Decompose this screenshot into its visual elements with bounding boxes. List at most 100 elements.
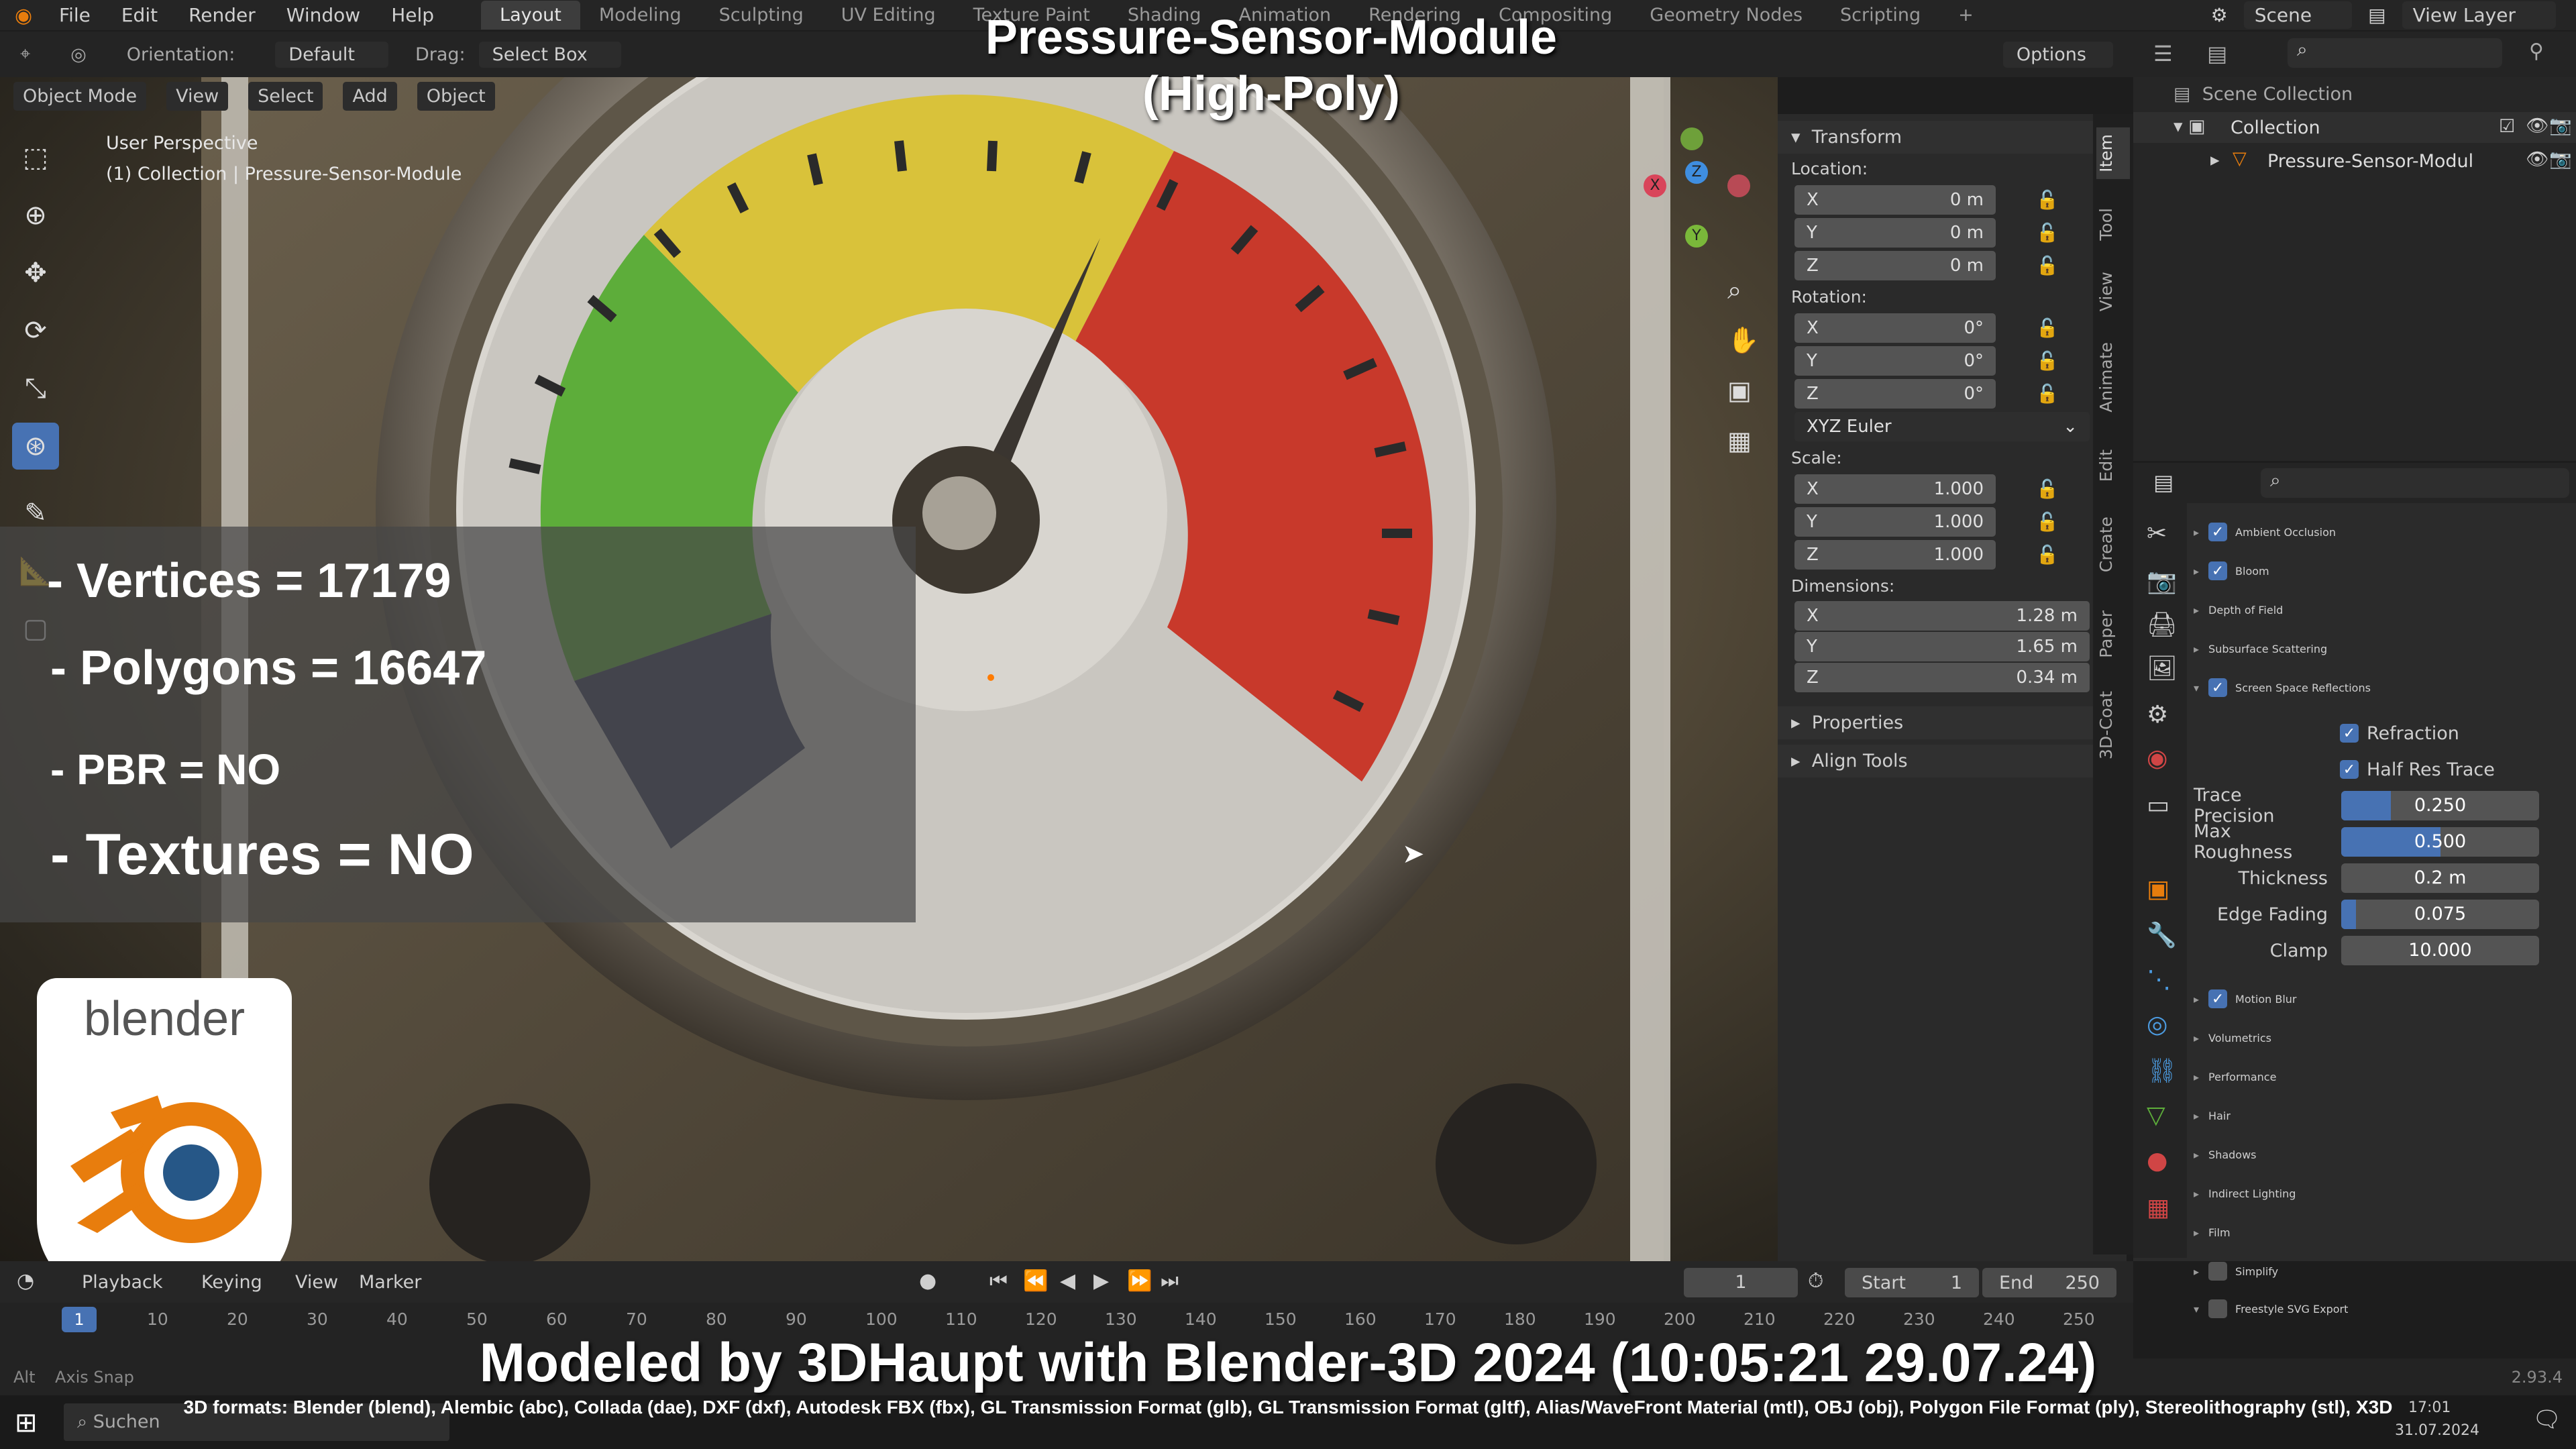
modifier-tab-icon[interactable]: 🔧 bbox=[2147, 921, 2177, 949]
lock-icon[interactable]: 🔓 bbox=[2036, 478, 2059, 500]
ssr-checkbox[interactable]: ✓ bbox=[2208, 678, 2228, 697]
chevron-right-icon[interactable]: ▸ bbox=[2194, 1265, 2199, 1278]
outliner-collection-row[interactable]: ▾ ▣ Collection ☑ 👁 📷 bbox=[2133, 112, 2576, 143]
tab-sculpting[interactable]: Sculpting bbox=[700, 1, 822, 30]
tab-edit[interactable]: Edit bbox=[2096, 443, 2130, 488]
collection-tab-icon[interactable]: ▭ bbox=[2147, 792, 2169, 819]
lock-icon[interactable]: 🔓 bbox=[2036, 383, 2059, 405]
refraction-checkbox[interactable]: ✓ bbox=[2340, 724, 2359, 743]
outliner-filter-icon[interactable]: ▤ bbox=[2207, 41, 2227, 66]
scene-selector[interactable]: Scene bbox=[2243, 1, 2353, 29]
shadows-row[interactable]: ▸ Shadows bbox=[2194, 1138, 2257, 1171]
lock-icon[interactable]: 🔓 bbox=[2036, 189, 2059, 211]
pan-hand-icon[interactable]: ✋ bbox=[1727, 325, 1759, 356]
funnel-icon[interactable]: ⚲ bbox=[2529, 40, 2544, 63]
simplify-checkbox[interactable] bbox=[2208, 1262, 2228, 1281]
timeline-editor-icon[interactable]: ◔ bbox=[17, 1269, 34, 1293]
tab-item[interactable]: Item bbox=[2096, 127, 2130, 179]
thickness-field[interactable]: 0.2 m bbox=[2341, 863, 2539, 893]
dimension-x-field[interactable]: X 1.28 m bbox=[1794, 601, 2090, 631]
outliner-search-input[interactable]: ⌕ bbox=[2288, 38, 2502, 68]
chevron-right-icon[interactable]: ▸ bbox=[2194, 1148, 2199, 1161]
lock-icon[interactable]: 🔓 bbox=[2036, 222, 2059, 244]
half-res-row[interactable]: ✓ Half Res Trace bbox=[2340, 753, 2495, 786]
material-tab-icon[interactable]: ● bbox=[2147, 1147, 2167, 1175]
particles-tab-icon[interactable]: ⋱ bbox=[2147, 966, 2171, 994]
gizmo-x-icon[interactable]: X bbox=[1644, 174, 1666, 197]
ambient-occlusion-row[interactable]: ▸ ✓ Ambient Occlusion bbox=[2194, 515, 2336, 549]
world-tab-icon[interactable]: ◉ bbox=[2147, 745, 2167, 772]
collection-chevron-icon[interactable]: ▾ ▣ bbox=[2174, 116, 2206, 137]
motion-blur-checkbox[interactable]: ✓ bbox=[2208, 989, 2228, 1008]
gizmo-y-neg-icon[interactable]: Y bbox=[1685, 225, 1708, 248]
object-chevron-icon[interactable]: ▸ bbox=[2210, 150, 2220, 170]
outliner-object-row[interactable]: ▸ ▽ Pressure-Sensor-Modul 👁 📷 bbox=[2133, 146, 2576, 176]
bloom-row[interactable]: ▸ ✓ Bloom bbox=[2194, 554, 2269, 588]
scene-icon[interactable]: ⚙ bbox=[2211, 4, 2228, 26]
play-icon[interactable]: ▶ bbox=[1093, 1269, 1109, 1293]
render-tab-icon[interactable]: 📷 bbox=[2147, 567, 2177, 595]
texture-tab-icon[interactable]: ▦ bbox=[2147, 1194, 2169, 1222]
cursor-tool-icon[interactable]: ⊕ bbox=[12, 192, 59, 239]
scale-y-field[interactable]: Y 1.000 bbox=[1794, 506, 1996, 537]
location-z-field[interactable]: Z0 m bbox=[1794, 250, 1996, 280]
eye-icon[interactable]: 👁 bbox=[2526, 148, 2548, 170]
subsurface-row[interactable]: ▸ Subsurface Scattering bbox=[2194, 632, 2327, 665]
chevron-right-icon[interactable]: ▸ bbox=[2194, 526, 2199, 539]
navigation-gizmo[interactable]: X Z Y bbox=[1637, 127, 1758, 248]
transform-tool-icon[interactable]: ⊛ bbox=[12, 423, 59, 470]
chevron-down-icon[interactable]: ▾ bbox=[2194, 1303, 2199, 1316]
properties-editor-icon[interactable]: ▤ bbox=[2153, 470, 2174, 495]
chevron-right-icon[interactable]: ▸ bbox=[2194, 1071, 2199, 1083]
camera-icon[interactable]: ▣ bbox=[1727, 376, 1752, 405]
ambient-occlusion-checkbox[interactable]: ✓ bbox=[2208, 523, 2228, 541]
chevron-right-icon[interactable]: ▸ bbox=[2194, 1032, 2199, 1044]
tab-scripting[interactable]: Scripting bbox=[1821, 1, 1939, 30]
indirect-lighting-row[interactable]: ▸ Indirect Lighting bbox=[2194, 1177, 2296, 1210]
camera-icon[interactable]: 📷 bbox=[2549, 115, 2572, 136]
rotation-y-field[interactable]: Y 0° bbox=[1794, 345, 1996, 376]
data-tab-icon[interactable]: ▽ bbox=[2147, 1102, 2165, 1129]
keying-menu[interactable]: Keying bbox=[201, 1272, 262, 1293]
tab-view[interactable]: View bbox=[2096, 265, 2130, 318]
timeline-view-menu[interactable]: View bbox=[295, 1272, 338, 1293]
tool-tab-icon[interactable]: ✂ bbox=[2147, 520, 2167, 547]
playhead[interactable]: 1 bbox=[62, 1307, 97, 1332]
select-box-tool-icon[interactable]: ⬚ bbox=[12, 134, 59, 181]
menu-window[interactable]: Window bbox=[286, 4, 360, 26]
menu-add[interactable]: Add bbox=[343, 81, 397, 111]
constraints-tab-icon[interactable]: ⛓ bbox=[2147, 1057, 2178, 1085]
freestyle-checkbox[interactable] bbox=[2208, 1299, 2228, 1318]
ssr-row[interactable]: ▾ ✓ Screen Space Reflections bbox=[2194, 671, 2371, 704]
stopwatch-icon[interactable]: ⏱ bbox=[1808, 1269, 1823, 1293]
edge-fading-slider[interactable]: 0.075 bbox=[2341, 900, 2539, 929]
simplify-row[interactable]: ▸ Simplify bbox=[2194, 1254, 2278, 1288]
chevron-right-icon[interactable]: ▸ bbox=[2194, 993, 2199, 1006]
menu-file[interactable]: File bbox=[59, 4, 91, 26]
chevron-right-icon[interactable]: ▸ bbox=[2194, 643, 2199, 655]
end-frame-field[interactable]: End 250 bbox=[1982, 1268, 2116, 1297]
scale-x-field[interactable]: X 1.000 bbox=[1794, 474, 1996, 504]
eye-icon[interactable]: 👁 bbox=[2526, 115, 2548, 136]
rotation-mode-dropdown[interactable]: XYZ Euler ⌄ bbox=[1794, 411, 2090, 441]
lock-icon[interactable]: 🔓 bbox=[2036, 350, 2059, 372]
chevron-right-icon[interactable]: ▸ bbox=[2194, 604, 2199, 616]
menu-edit[interactable]: Edit bbox=[121, 4, 158, 26]
tab-create[interactable]: Create bbox=[2096, 510, 2130, 579]
jump-key-forward-icon[interactable]: ⏩ bbox=[1127, 1269, 1152, 1293]
lock-icon[interactable]: 🔓 bbox=[2036, 511, 2059, 533]
start-frame-field[interactable]: Start 1 bbox=[1845, 1268, 1979, 1297]
film-row[interactable]: ▸ Film bbox=[2194, 1216, 2231, 1249]
tab-modeling[interactable]: Modeling bbox=[580, 1, 700, 30]
dimension-z-field[interactable]: Z 0.34 m bbox=[1794, 663, 2090, 692]
physics-tab-icon[interactable]: ◎ bbox=[2147, 1011, 2167, 1038]
scale-z-field[interactable]: Z 1.000 bbox=[1794, 539, 1996, 570]
transform-pivot-icon[interactable]: ◎ bbox=[70, 44, 87, 65]
menu-render[interactable]: Render bbox=[189, 4, 256, 26]
location-x-field[interactable]: X0 m bbox=[1794, 184, 1996, 215]
transform-panel-header[interactable]: ▾ Transform bbox=[1778, 121, 2127, 154]
chevron-right-icon[interactable]: ▸ bbox=[2194, 1110, 2199, 1122]
lock-icon[interactable]: 🔓 bbox=[2036, 317, 2059, 339]
location-y-field[interactable]: Y0 m bbox=[1794, 217, 1996, 248]
add-workspace-button[interactable]: + bbox=[1939, 1, 1992, 30]
